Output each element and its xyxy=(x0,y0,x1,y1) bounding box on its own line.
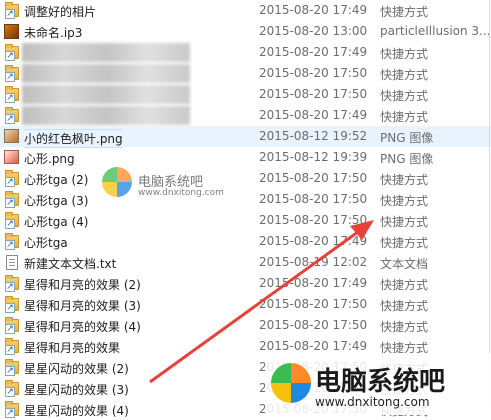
file-date: 2015-08-20 17:50 xyxy=(259,171,368,185)
file-name: 星星闪动的效果 (3) xyxy=(24,383,129,397)
watermark-large-url: www.dnxitong.com xyxy=(315,395,430,409)
file-type: 快捷方式 xyxy=(380,47,429,61)
file-date: 2015-08-20 17:49 xyxy=(259,45,368,59)
file-row[interactable]: 心形tga 2015-08-20 17:49 快捷方式 xyxy=(0,231,491,252)
file-type: 快捷方式 xyxy=(380,299,429,313)
file-name: 心形tga (4) xyxy=(24,215,89,229)
file-name: 心形.png xyxy=(24,152,75,166)
folder-shortcut-icon xyxy=(5,317,19,334)
folder-shortcut-icon xyxy=(5,380,19,397)
file-type: 快捷方式 xyxy=(380,173,429,187)
file-row[interactable]: 星得和月亮的效果 (4) 2015-08-20 17:50 快捷方式 xyxy=(0,315,491,336)
folder-shortcut-icon xyxy=(5,338,19,355)
file-date: 2015-08-20 17:50 xyxy=(259,87,368,101)
file-type: 快捷方式 xyxy=(380,89,429,103)
folder-shortcut-icon xyxy=(5,86,19,103)
ip3-file-icon xyxy=(4,24,19,39)
file-date: 2015-08-20 17:49 xyxy=(259,276,368,290)
file-date: 2015-08-12 19:39 xyxy=(259,150,368,164)
file-row[interactable]: 新建文本文档.txt 2015-08-19 12:02 文本文档 xyxy=(0,252,491,273)
text-file-icon xyxy=(6,255,18,270)
file-date: 2015-08-20 13:00 xyxy=(259,24,368,38)
file-name: 星得和月亮的效果 (2) xyxy=(24,278,141,292)
file-name: 心形tga (2) xyxy=(24,173,89,187)
file-name: 调整好的相片 xyxy=(24,5,97,19)
file-type: 快捷方式 xyxy=(380,110,429,124)
file-date: 2015-08-20 17:49 xyxy=(259,234,368,248)
file-name: 星得和月亮的效果 xyxy=(24,341,121,355)
file-name: 小的红色枫叶.png xyxy=(24,129,123,148)
file-row[interactable]: 星得和月亮的效果 (3) 2015-08-20 17:50 快捷方式 xyxy=(0,294,491,315)
folder-shortcut-icon xyxy=(5,359,19,376)
redacted-filename xyxy=(22,85,190,104)
watermark-small-url: www.dnxitong.com xyxy=(138,188,224,198)
file-date: 2015-08-20 17:49 xyxy=(259,339,368,353)
file-name: 星得和月亮的效果 (3) xyxy=(24,299,141,313)
file-type: 快捷方式 xyxy=(380,68,429,82)
file-row[interactable]: 小的红色枫叶.png 2015-08-12 19:52 PNG 图像 xyxy=(0,126,491,148)
file-name: 星得和月亮的效果 (4) xyxy=(24,320,141,334)
png-image-icon xyxy=(4,150,19,164)
file-row[interactable]: 调整好的相片 2015-08-20 17:49 快捷方式 xyxy=(0,0,491,21)
file-type: 快捷方式 xyxy=(380,194,429,208)
file-name: 新建文本文档.txt xyxy=(24,257,117,271)
windows-logo-icon xyxy=(102,167,132,197)
file-type: particleIllusion 3... xyxy=(380,24,491,38)
folder-shortcut-icon xyxy=(5,275,19,292)
folder-shortcut-icon xyxy=(5,107,19,124)
file-row[interactable]: 2015-08-20 17:49 快捷方式 xyxy=(0,42,491,63)
folder-shortcut-icon xyxy=(5,170,19,187)
file-name: 未命名.ip3 xyxy=(24,26,83,40)
file-name: 星星闪动的效果 (2) xyxy=(24,362,129,376)
folder-shortcut-icon xyxy=(5,233,19,250)
file-row[interactable]: 2015-08-20 17:50 快捷方式 xyxy=(0,63,491,84)
folder-shortcut-icon xyxy=(5,191,19,208)
file-date: 2015-08-20 17:50 xyxy=(259,318,368,332)
windows-logo-icon xyxy=(271,363,311,403)
file-type: PNG 图像 xyxy=(380,152,434,166)
file-type: 快捷方式 xyxy=(380,278,429,292)
file-row[interactable]: 心形tga (4) 2015-08-20 17:50 快捷方式 xyxy=(0,210,491,231)
folder-shortcut-icon xyxy=(5,212,19,229)
file-type: 文本文档 xyxy=(380,257,429,271)
file-type: 快捷方式 xyxy=(380,5,429,19)
watermark-large: 电脑系统吧 www.dnxitong.com xyxy=(265,353,491,415)
file-date: 2015-08-20 17:50 xyxy=(259,192,368,206)
file-date: 2015-08-20 17:50 xyxy=(259,66,368,80)
file-row[interactable]: 未命名.ip3 2015-08-20 13:00 particleIllusion … xyxy=(0,21,491,42)
file-date: 2015-08-12 19:52 xyxy=(259,129,368,143)
file-date: 2015-08-19 12:02 xyxy=(259,255,368,269)
folder-shortcut-icon xyxy=(5,2,19,19)
watermark-large-title: 电脑系统吧 xyxy=(315,367,446,397)
file-row[interactable]: 2015-08-20 17:50 快捷方式 xyxy=(0,84,491,105)
file-name: 心形tga xyxy=(24,236,68,250)
watermark-small: 电脑系统吧 www.dnxitong.com xyxy=(98,163,258,203)
folder-shortcut-icon xyxy=(5,44,19,61)
file-type: 快捷方式 xyxy=(380,215,429,229)
folder-shortcut-icon xyxy=(5,65,19,82)
redacted-filename xyxy=(22,64,190,83)
file-date: 2015-08-20 17:50 xyxy=(259,297,368,311)
file-date: 2015-08-20 17:49 xyxy=(259,108,368,122)
file-type: 快捷方式 xyxy=(380,236,429,250)
file-date: 2015-08-20 17:50 xyxy=(259,213,368,227)
redacted-filename xyxy=(22,106,190,125)
folder-shortcut-icon xyxy=(5,296,19,313)
redacted-filename xyxy=(22,43,190,62)
file-type: PNG 图像 xyxy=(380,131,434,145)
file-type: 快捷方式 xyxy=(380,320,429,334)
png-image-icon xyxy=(4,129,19,143)
file-name: 心形tga (3) xyxy=(24,194,89,208)
file-row[interactable]: 星得和月亮的效果 (2) 2015-08-20 17:49 快捷方式 xyxy=(0,273,491,294)
file-name: 星星闪动的效果 (4) xyxy=(24,404,129,418)
file-row[interactable]: 2015-08-20 17:49 快捷方式 xyxy=(0,105,491,126)
file-date: 2015-08-20 17:49 xyxy=(259,3,368,17)
folder-shortcut-icon xyxy=(5,401,19,418)
